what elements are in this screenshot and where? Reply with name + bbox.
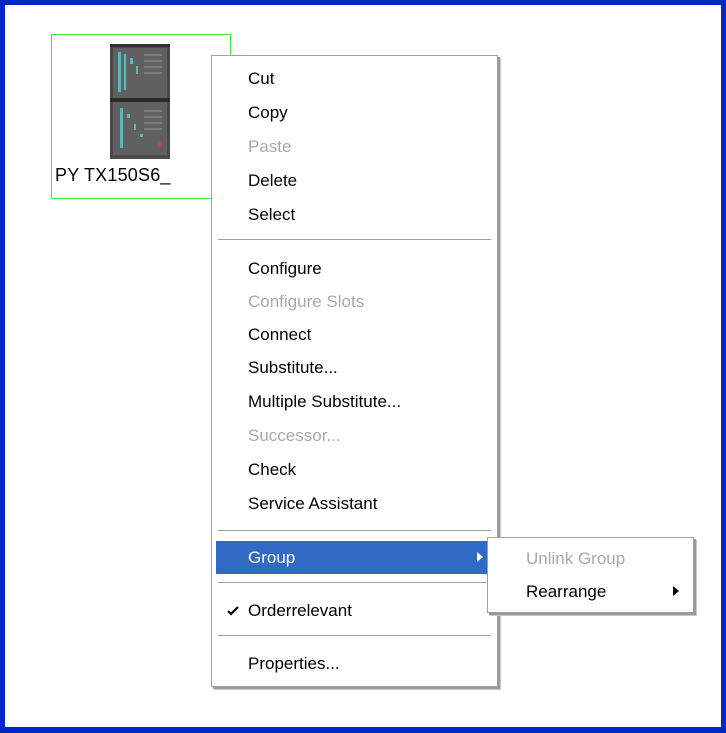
menu-item-label: Service Assistant <box>248 494 378 513</box>
menu-item-label: Configure <box>248 259 322 278</box>
menu-item-label: Copy <box>248 103 288 122</box>
menu-item-label: Unlink Group <box>526 549 626 568</box>
menu-item-label: Check <box>248 460 297 479</box>
menu-item-delete[interactable]: Delete <box>216 164 493 197</box>
menu-item-label: Delete <box>248 171 298 190</box>
menu-item-connect[interactable]: Connect <box>216 318 493 351</box>
menu-item-label: Connect <box>248 325 312 344</box>
device-selection[interactable]: PY TX150S6_ <box>51 34 231 199</box>
menu-item-label: Cut <box>248 69 275 88</box>
menu-item-label: Configure Slots <box>248 292 365 311</box>
menu-item-successor[interactable]: Successor... <box>216 419 493 452</box>
menu-item-label: Substitute... <box>248 358 338 377</box>
menu-item-group[interactable]: Group <box>216 541 493 574</box>
menu-item-configure-slots[interactable]: Configure Slots <box>216 285 493 318</box>
menu-item-label: Multiple Substitute... <box>248 392 402 411</box>
menu-item-service-assistant[interactable]: Service Assistant <box>216 487 493 520</box>
menu-separator <box>218 530 491 531</box>
menu-item-orderrelevant[interactable]: Orderrelevant <box>216 594 493 627</box>
menu-item-configure[interactable]: Configure <box>216 252 493 285</box>
context-menu: Cut Copy Paste Delete Select Configure C… <box>211 55 498 687</box>
submenu-item-unlink-group[interactable]: Unlink Group <box>492 542 689 575</box>
menu-item-copy[interactable]: Copy <box>216 96 493 129</box>
menu-separator <box>218 239 491 240</box>
menu-item-label: Select <box>248 205 296 224</box>
server-tower-icon[interactable] <box>110 44 170 159</box>
checkmark-icon <box>227 606 239 616</box>
menu-item-check[interactable]: Check <box>216 453 493 486</box>
submenu-arrow-icon <box>477 552 483 562</box>
menu-item-substitute[interactable]: Substitute... <box>216 351 493 384</box>
menu-item-label: Paste <box>248 137 292 156</box>
canvas-frame: PY TX150S6_ Cut Copy Paste Delete Select… <box>0 0 726 733</box>
device-label: PY TX150S6_ <box>55 165 171 185</box>
group-submenu: Unlink Group Rearrange <box>487 537 694 613</box>
menu-item-label: Rearrange <box>526 582 607 601</box>
menu-item-paste[interactable]: Paste <box>216 130 493 163</box>
menu-separator <box>218 635 491 636</box>
menu-item-select[interactable]: Select <box>216 198 493 231</box>
menu-item-label: Successor... <box>248 426 341 445</box>
menu-item-label: Group <box>248 548 296 567</box>
submenu-arrow-icon <box>673 586 679 596</box>
menu-item-multiple-substitute[interactable]: Multiple Substitute... <box>216 385 493 418</box>
menu-item-cut[interactable]: Cut <box>216 62 493 95</box>
menu-item-properties[interactable]: Properties... <box>216 647 493 680</box>
submenu-item-rearrange[interactable]: Rearrange <box>492 575 689 608</box>
menu-item-label: Orderrelevant <box>248 601 352 620</box>
menu-item-label: Properties... <box>248 654 340 673</box>
menu-separator <box>218 582 491 583</box>
